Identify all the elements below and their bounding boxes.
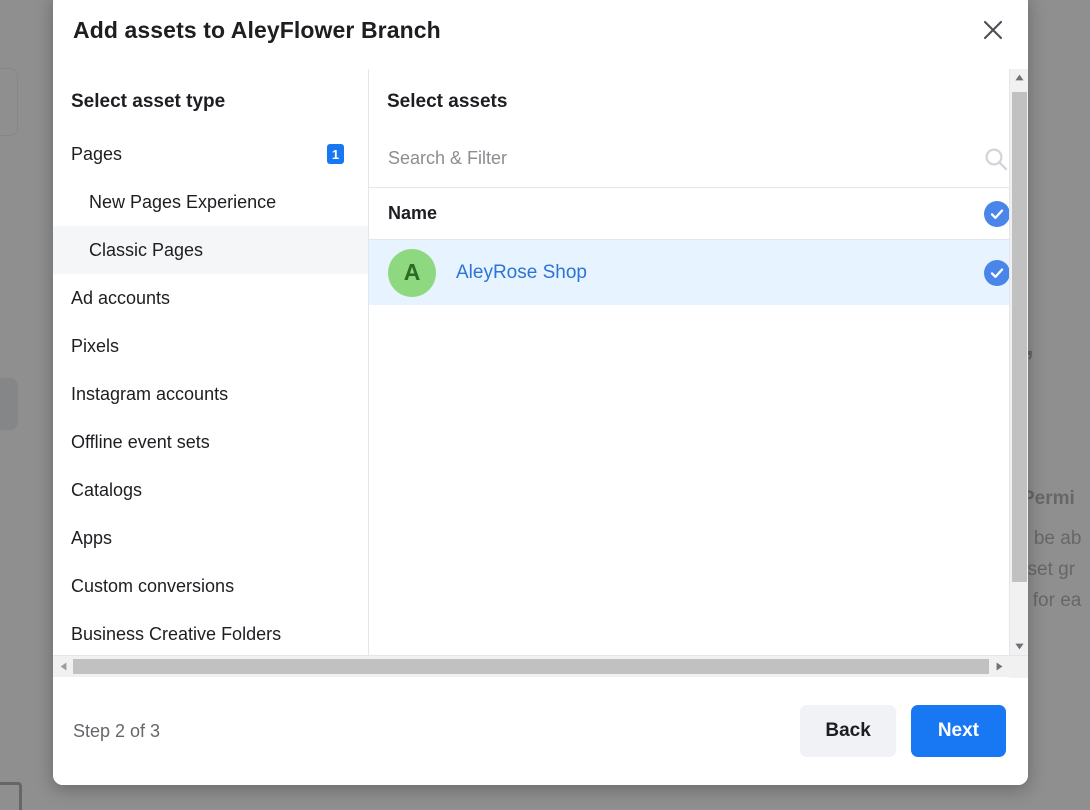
scroll-right-button[interactable] [989, 656, 1009, 678]
search-row [369, 130, 1028, 188]
asset-type-label: Offline event sets [71, 431, 210, 452]
next-button[interactable]: Next [910, 705, 1006, 757]
asset-type-label: New Pages Experience [89, 191, 277, 212]
asset-type-label: Instagram accounts [71, 383, 229, 404]
asset-type-heading: Select asset type [71, 91, 226, 112]
scroll-up-button[interactable] [1009, 69, 1028, 86]
select-assets-heading: Select assets [387, 91, 508, 112]
scrollbar-corner [1009, 655, 1028, 678]
asset-type-label: Business Creative Folders [71, 623, 282, 644]
row-checkbox[interactable] [984, 259, 1010, 286]
check-icon [990, 208, 1004, 219]
dialog-header: Add assets to AleyFlower Branch [53, 0, 1028, 69]
close-button[interactable] [974, 12, 1012, 50]
chevron-up-icon [1014, 74, 1024, 81]
search-icon[interactable] [982, 145, 1010, 173]
asset-type-label: Custom conversions [71, 575, 235, 596]
column-header-name: Name [388, 203, 438, 223]
asset-type-label: Pages [71, 143, 123, 164]
asset-type-item-new-pages-experience[interactable]: New Pages Experience [53, 178, 368, 226]
dialog-body: Select asset type Pages 1 New Pages Experi… [53, 69, 1028, 655]
asset-type-label: Pixels [71, 335, 120, 356]
asset-type-item-offline-event-sets[interactable]: Offline event sets [53, 418, 368, 466]
chevron-left-icon [60, 662, 66, 671]
asset-type-label: Apps [71, 527, 113, 548]
asset-type-item-apps[interactable]: Apps [53, 514, 368, 562]
asset-type-item-business-creative-folders[interactable]: Business Creative Folders [53, 610, 368, 655]
asset-select-pane: Select assets Name AAleyRos [369, 69, 1028, 655]
asset-row[interactable]: A AleyRose Shop [369, 240, 1028, 305]
step-indicator: Step 2 of 3 [73, 720, 161, 741]
asset-list: A AleyRose Shop [369, 240, 1028, 655]
select-all-checkbox[interactable] [984, 200, 1010, 227]
avatar: A [388, 248, 436, 297]
dialog-title: Add assets to AleyFlower Branch [73, 17, 441, 43]
asset-type-item-pixels[interactable]: Pixels [53, 322, 368, 370]
asset-name-link[interactable]: AleyRose Shop [456, 262, 984, 284]
horizontal-scroll-thumb[interactable] [73, 658, 989, 674]
asset-type-item-catalogs[interactable]: Catalogs [53, 466, 368, 514]
close-icon [982, 19, 1004, 44]
scroll-down-button[interactable] [1009, 638, 1028, 655]
back-button[interactable]: Back [800, 705, 896, 757]
chevron-right-icon [996, 662, 1002, 671]
vertical-scroll-track[interactable] [1009, 86, 1028, 638]
vertical-scroll-thumb[interactable] [1011, 92, 1027, 582]
table-header-row: Name [369, 188, 1028, 240]
scroll-left-button[interactable] [53, 656, 73, 678]
asset-type-label: Ad accounts [71, 287, 171, 308]
dialog-footer: Step 2 of 3 Back Next [53, 677, 1028, 785]
asset-type-item-custom-conversions[interactable]: Custom conversions [53, 562, 368, 610]
chevron-down-icon [1014, 643, 1024, 650]
asset-type-count-badge: 1 [327, 144, 344, 164]
asset-type-item-classic-pages[interactable]: Classic Pages [53, 226, 368, 274]
asset-type-label: Classic Pages [89, 239, 204, 260]
asset-type-item-instagram-accounts[interactable]: Instagram accounts [53, 370, 368, 418]
vertical-scrollbar[interactable] [1009, 69, 1028, 655]
add-assets-dialog: Add assets to AleyFlower Branch Select a… [53, 0, 1028, 785]
asset-type-pane: Select asset type Pages 1 New Pages Experi… [53, 69, 369, 655]
horizontal-scrollbar[interactable] [53, 655, 1028, 678]
horizontal-scroll-track[interactable] [73, 656, 989, 678]
check-icon [990, 267, 1004, 278]
asset-type-list: Pages 1 New Pages Experience Classic Pages A… [53, 130, 368, 655]
search-input[interactable] [388, 148, 982, 169]
asset-type-label: Catalogs [71, 479, 143, 500]
asset-type-item-pages[interactable]: Pages 1 [53, 130, 368, 178]
asset-type-item-ad-accounts[interactable]: Ad accounts [53, 274, 368, 322]
